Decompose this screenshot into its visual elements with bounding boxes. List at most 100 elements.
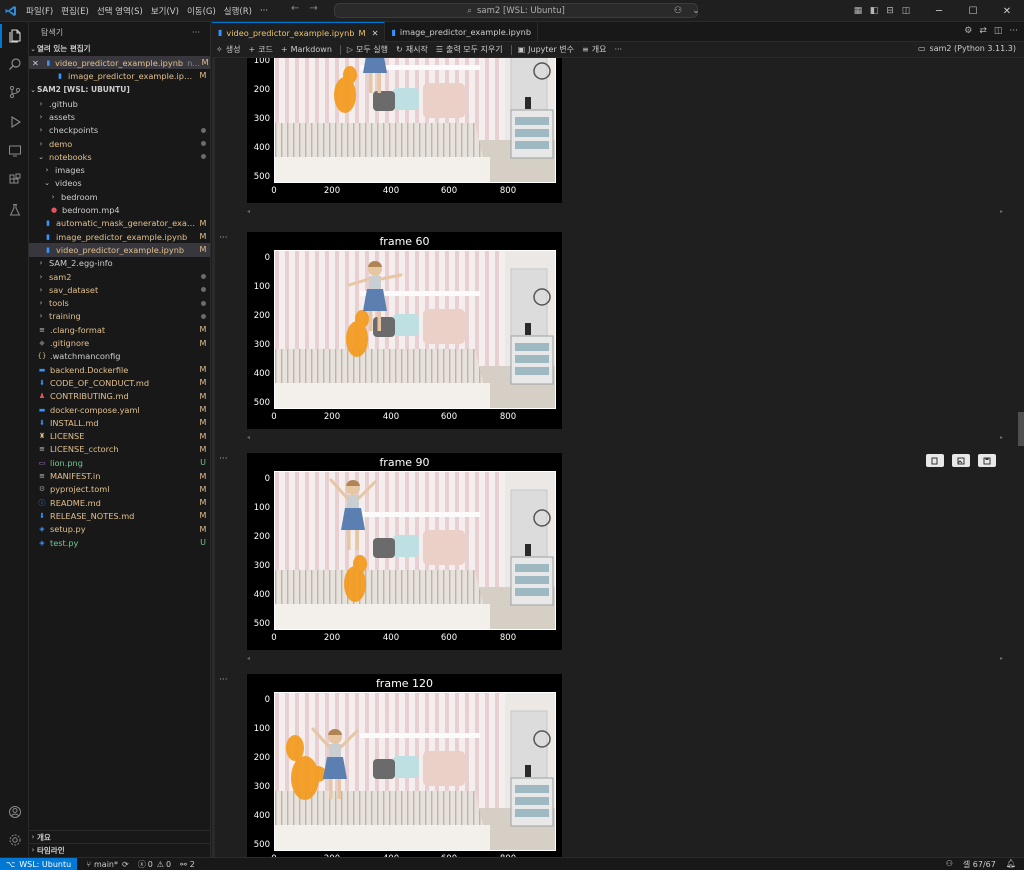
menu-more[interactable]: ···	[256, 6, 272, 16]
more-actions-button[interactable]: ···	[614, 45, 622, 54]
toggle-panel-icon[interactable]: ⊟	[882, 6, 898, 16]
tree-file[interactable]: ◆ .gitignore M	[29, 336, 210, 349]
cell-more-icon[interactable]: ···	[219, 454, 228, 464]
tree-file[interactable]: ≡ .clang-format M	[29, 323, 210, 336]
tree-file[interactable]: ▬ backend.Dockerfile M	[29, 363, 210, 376]
tab-video-predictor[interactable]: ▮ video_predictor_example.ipynb M ✕	[212, 22, 386, 42]
chevron-down-icon[interactable]: ⌄	[688, 6, 704, 16]
cell-more-icon[interactable]: ···	[219, 675, 228, 685]
tree-folder[interactable]: › sam2	[29, 270, 210, 283]
scroll-right-icon[interactable]: ▸	[1000, 434, 1003, 441]
tree-file[interactable]: ≡ MANIFEST.in M	[29, 469, 210, 482]
menu-run[interactable]: 실행(R)	[220, 5, 256, 17]
search-icon[interactable]	[0, 52, 29, 76]
tree-folder[interactable]: › training	[29, 310, 210, 323]
more-actions-icon[interactable]: ···	[192, 28, 200, 37]
run-all-button[interactable]: ▷ 모두 실행	[347, 44, 388, 55]
tree-folder[interactable]: › checkpoints	[29, 124, 210, 137]
tree-folder[interactable]: › SAM_2.egg-info	[29, 257, 210, 270]
tree-file[interactable]: ⬇ CODE_OF_CONDUCT.md M	[29, 376, 210, 389]
menu-go[interactable]: 이동(G)	[183, 5, 220, 17]
scroll-right-icon[interactable]: ▸	[1000, 655, 1003, 662]
open-editors-header[interactable]: ⌄ 열려 있는 편집기	[29, 42, 210, 55]
clear-outputs-button[interactable]: ☰ 출력 모두 지우기	[436, 44, 503, 55]
close-icon[interactable]: ✕	[990, 6, 1024, 17]
tree-file[interactable]: ◈ test.py U	[29, 536, 210, 549]
outline-section-header[interactable]: › 개요	[29, 830, 210, 843]
tree-folder[interactable]: ⌄ notebooks	[29, 150, 210, 163]
copy-output-icon[interactable]	[926, 454, 944, 467]
open-changes-icon[interactable]: ⇄	[979, 26, 987, 36]
remote-indicator[interactable]: ⌥ WSL: Ubuntu	[0, 857, 78, 870]
maximize-icon[interactable]: ☐	[956, 6, 990, 17]
tree-folder[interactable]: › .github	[29, 97, 210, 110]
problems-indicator[interactable]: ⓧ 0 ⚠ 0	[138, 859, 171, 870]
cell-indicator[interactable]: 셀 67/67	[963, 859, 996, 870]
workspace-header[interactable]: ⌄ SAM2 [WSL: UBUNTU]	[29, 83, 210, 96]
tree-file[interactable]: ▮ automatic_mask_generator_example.i...M	[29, 217, 210, 230]
add-markdown-button[interactable]: + Markdown	[281, 45, 332, 54]
ports-indicator[interactable]: ⚯ 2	[180, 860, 195, 869]
explorer-icon[interactable]	[0, 24, 29, 48]
menu-view[interactable]: 보기(V)	[147, 5, 183, 17]
restart-button[interactable]: ↻ 재시작	[396, 44, 428, 55]
tree-file[interactable]: ♟ CONTRIBUTING.md M	[29, 390, 210, 403]
source-control-icon[interactable]	[0, 80, 29, 104]
tree-folder[interactable]: › demo	[29, 137, 210, 150]
timeline-section-header[interactable]: › 타임라인	[29, 843, 210, 856]
extensions-icon[interactable]	[0, 168, 29, 192]
notifications-bell-icon[interactable]: 🔔︎	[1006, 859, 1016, 870]
menu-edit[interactable]: 편집(E)	[57, 5, 93, 17]
tree-folder[interactable]: › bedroom	[29, 190, 210, 203]
minimize-icon[interactable]: ─	[922, 6, 956, 17]
copilot-icon[interactable]: ⚇	[946, 859, 953, 870]
tree-file[interactable]: ♜ LICENSE M	[29, 430, 210, 443]
run-debug-icon[interactable]	[0, 110, 29, 134]
generate-button[interactable]: ✧ 생성	[216, 44, 240, 55]
save-output-icon[interactable]	[978, 454, 996, 467]
close-icon[interactable]: ✕	[372, 28, 379, 38]
scroll-right-icon[interactable]: ▸	[1000, 208, 1003, 215]
toggle-sidebar-icon[interactable]: ◧	[866, 6, 882, 16]
cell-more-icon[interactable]: ···	[219, 233, 228, 243]
variables-button[interactable]: ▣ Jupyter 변수	[518, 44, 574, 55]
forward-arrow-icon[interactable]: →	[309, 3, 317, 14]
tree-file[interactable]: {} .watchmanconfig	[29, 350, 210, 363]
back-arrow-icon[interactable]: ←	[291, 3, 299, 14]
tree-folder[interactable]: › tools	[29, 297, 210, 310]
kernel-picker[interactable]: ▭ sam2 (Python 3.11.3)	[918, 44, 1016, 53]
outline-button[interactable]: ≡ 개요	[582, 44, 606, 55]
open-editor-item[interactable]: ▮ image_predictor_example.ipynb M	[29, 69, 210, 82]
split-editor-icon[interactable]: ◫	[994, 26, 1003, 36]
gear-icon[interactable]: ⚙	[964, 26, 972, 36]
tree-folder[interactable]: › images	[29, 164, 210, 177]
command-center[interactable]: ⌕ sam2 [WSL: Ubuntu]	[334, 3, 698, 18]
save-image-icon[interactable]	[952, 454, 970, 467]
testing-flask-icon[interactable]	[0, 198, 29, 222]
tree-file[interactable]: ▭ lion.png U	[29, 456, 210, 469]
tree-file[interactable]: ▮ video_predictor_example.ipynb M	[29, 243, 210, 257]
settings-gear-icon[interactable]	[0, 828, 29, 852]
layout-customize-icon[interactable]: ▦	[850, 6, 866, 16]
close-icon[interactable]: ✕	[29, 58, 39, 68]
menu-selection[interactable]: 선택 영역(S)	[93, 5, 147, 17]
tree-file[interactable]: ▮ image_predictor_example.ipynb M	[29, 230, 210, 243]
tree-file[interactable]: ● bedroom.mp4	[29, 203, 210, 216]
scroll-left-icon[interactable]: ◂	[247, 208, 250, 215]
branch-indicator[interactable]: ⑂ main* ⟳	[86, 860, 129, 869]
tree-folder[interactable]: › assets	[29, 110, 210, 123]
open-editor-item[interactable]: ✕ ▮ video_predictor_example.ipynb n... M	[29, 56, 210, 70]
more-actions-icon[interactable]: ···	[1009, 26, 1018, 36]
tree-file[interactable]: ≡ LICENSE_cctorch M	[29, 443, 210, 456]
tree-folder[interactable]: › sav_dataset	[29, 283, 210, 296]
copilot-icon[interactable]: ⚇	[670, 6, 686, 16]
add-code-button[interactable]: + 코드	[248, 44, 272, 55]
tree-folder[interactable]: ⌄ videos	[29, 177, 210, 190]
scroll-left-icon[interactable]: ◂	[247, 655, 250, 662]
scroll-left-icon[interactable]: ◂	[247, 434, 250, 441]
tree-file[interactable]: ⓘ README.md M	[29, 496, 210, 509]
tree-file[interactable]: ⬇ INSTALL.md M	[29, 416, 210, 429]
tab-image-predictor[interactable]: ▮ image_predictor_example.ipynb	[385, 22, 539, 42]
account-icon[interactable]	[0, 800, 29, 824]
tree-file[interactable]: ⚙ pyproject.toml M	[29, 483, 210, 496]
